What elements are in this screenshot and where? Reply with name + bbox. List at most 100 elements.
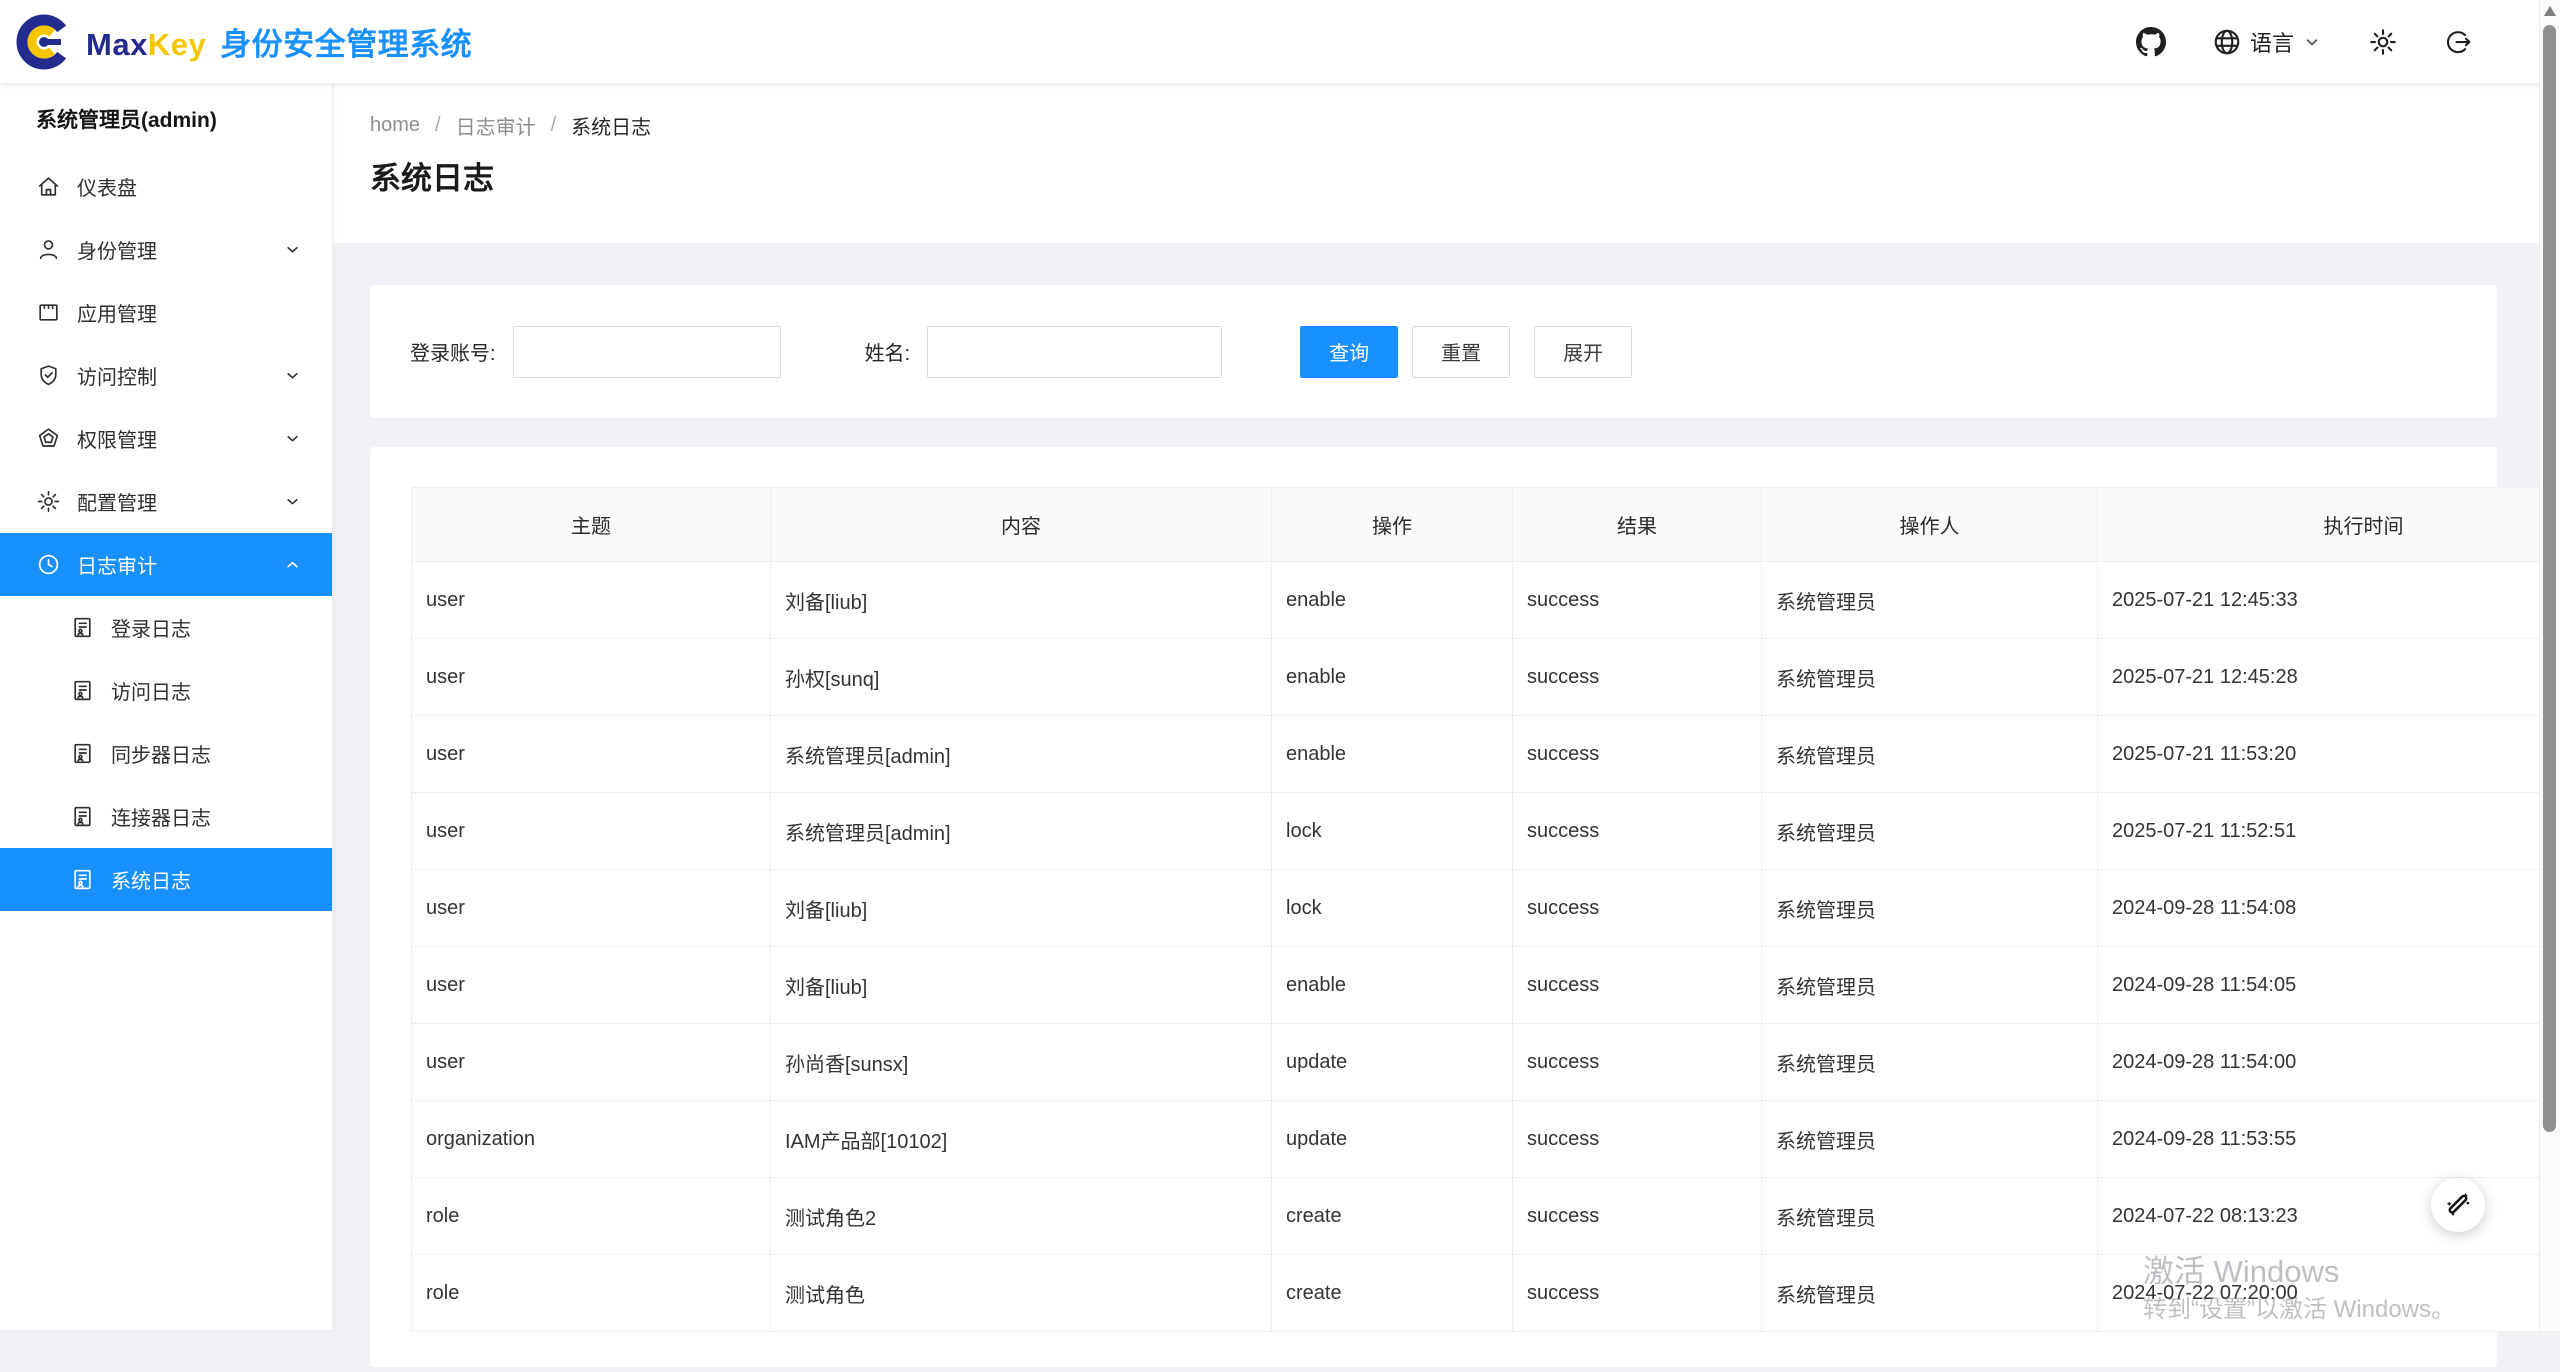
sidebar-item[interactable]: 权限管理 bbox=[0, 407, 332, 470]
table-cell: 测试角色 bbox=[771, 1255, 1272, 1332]
table-cell: 系统管理员[admin] bbox=[771, 716, 1272, 793]
table-cell: success bbox=[1513, 947, 1762, 1024]
name-field-group: 姓名: bbox=[865, 326, 1223, 378]
table-cell: role bbox=[412, 1255, 771, 1332]
language-label: 语言 bbox=[2250, 26, 2294, 58]
sidebar: 系统管理员(admin) 仪表盘 身份管理 应用管理 访问控制 权限管理 配置管… bbox=[0, 83, 333, 1330]
search-buttons: 查询 重置 展开 bbox=[1300, 326, 1632, 378]
language-menu[interactable]: 语言 bbox=[2212, 26, 2322, 58]
breadcrumb: home / 日志审计 / 系统日志 bbox=[370, 111, 651, 140]
table-cell: 系统管理员 bbox=[1762, 793, 2098, 870]
gear-icon bbox=[36, 489, 61, 514]
user-icon bbox=[36, 237, 61, 262]
table-row: user系统管理员[admin]enablesuccess系统管理员2025-0… bbox=[412, 716, 2560, 793]
brand[interactable]: MaxKey 身份安全管理系统 bbox=[0, 10, 472, 74]
sidebar-item[interactable]: 访问控制 bbox=[0, 344, 332, 407]
globe-icon bbox=[2212, 27, 2242, 57]
sidebar-item[interactable]: 仪表盘 bbox=[0, 155, 332, 218]
table-row: user孙尚香[sunsx]updatesuccess系统管理员2024-09-… bbox=[412, 1024, 2560, 1101]
table-cell: enable bbox=[1272, 562, 1513, 639]
chevron-down-icon bbox=[283, 240, 302, 259]
sidebar-item[interactable]: 身份管理 bbox=[0, 218, 332, 281]
log-icon bbox=[70, 615, 95, 640]
table-cell: user bbox=[412, 639, 771, 716]
breadcrumb-item: 系统日志 bbox=[571, 111, 651, 140]
query-button[interactable]: 查询 bbox=[1300, 326, 1398, 378]
table-cell: user bbox=[412, 1024, 771, 1101]
chevron-down-icon bbox=[283, 366, 302, 385]
sidebar-item[interactable]: 配置管理 bbox=[0, 470, 332, 533]
table-cell: 2025-07-21 11:52:51 bbox=[2098, 793, 2560, 870]
magic-wand-button[interactable] bbox=[2431, 1178, 2485, 1232]
table-cell: 2024-07-22 08:13:23 bbox=[2098, 1178, 2560, 1255]
brand-suffix: 身份安全管理系统 bbox=[220, 27, 472, 62]
sidebar-item[interactable]: 日志审计 bbox=[0, 533, 332, 596]
table-cell: 2025-07-21 12:45:28 bbox=[2098, 639, 2560, 716]
table-cell: success bbox=[1513, 639, 1762, 716]
app-title: MaxKey 身份安全管理系统 bbox=[86, 19, 472, 64]
breadcrumb-separator: / bbox=[435, 114, 441, 137]
brand-max: Max bbox=[86, 27, 148, 62]
app-header: MaxKey 身份安全管理系统 语言 bbox=[0, 0, 2560, 83]
name-input[interactable] bbox=[927, 326, 1222, 378]
table-cell: lock bbox=[1272, 870, 1513, 947]
page-header: home / 日志审计 / 系统日志 系统日志 bbox=[332, 83, 2541, 243]
vertical-scrollbar bbox=[2539, 0, 2560, 1330]
table-cell: role bbox=[412, 1178, 771, 1255]
log-icon bbox=[70, 804, 95, 829]
table-cell: success bbox=[1513, 793, 1762, 870]
table-cell: enable bbox=[1272, 716, 1513, 793]
sidebar-item[interactable]: 应用管理 bbox=[0, 281, 332, 344]
sidebar-subitem[interactable]: 系统日志 bbox=[0, 848, 332, 911]
table-cell: success bbox=[1513, 1024, 1762, 1101]
breadcrumb-separator: / bbox=[551, 114, 557, 137]
breadcrumb-item[interactable]: 日志审计 bbox=[456, 111, 536, 140]
table-row: user刘备[liub]locksuccess系统管理员2024-09-28 1… bbox=[412, 870, 2560, 947]
table-cell: update bbox=[1272, 1101, 1513, 1178]
breadcrumb-item[interactable]: home bbox=[370, 114, 420, 137]
column-header: 操作 bbox=[1272, 488, 1513, 562]
table-cell: 系统管理员 bbox=[1762, 639, 2098, 716]
log-icon bbox=[70, 867, 95, 892]
table-cell: success bbox=[1513, 1178, 1762, 1255]
table-cell: 系统管理员 bbox=[1762, 1024, 2098, 1101]
sidebar-subitem[interactable]: 登录日志 bbox=[0, 596, 332, 659]
chevron-up-icon bbox=[283, 555, 302, 574]
table-cell: 系统管理员 bbox=[1762, 716, 2098, 793]
table-cell: organization bbox=[412, 1101, 771, 1178]
login-account-label: 登录账号: bbox=[410, 337, 496, 366]
sidebar-subitem[interactable]: 同步器日志 bbox=[0, 722, 332, 785]
column-header: 执行时间 bbox=[2098, 488, 2560, 562]
table-cell: success bbox=[1513, 870, 1762, 947]
login-account-input[interactable] bbox=[513, 326, 781, 378]
table-cell: user bbox=[412, 716, 771, 793]
magic-wand-icon bbox=[2442, 1189, 2474, 1221]
table-row: user孙权[sunq]enablesuccess系统管理员2025-07-21… bbox=[412, 639, 2560, 716]
table-cell: user bbox=[412, 870, 771, 947]
table-cell: create bbox=[1272, 1255, 1513, 1332]
chevron-down-icon bbox=[283, 492, 302, 511]
log-icon bbox=[70, 678, 95, 703]
table-cell: 孙权[sunq] bbox=[771, 639, 1272, 716]
scroll-up-arrow-icon[interactable] bbox=[2544, 6, 2556, 16]
github-icon[interactable] bbox=[2136, 27, 2166, 57]
table-cell: 系统管理员 bbox=[1762, 1255, 2098, 1332]
reset-button[interactable]: 重置 bbox=[1412, 326, 1510, 378]
sidebar-subitem[interactable]: 连接器日志 bbox=[0, 785, 332, 848]
brand-key: Key bbox=[148, 27, 206, 62]
table-cell: enable bbox=[1272, 947, 1513, 1024]
table-cell: 2024-09-28 11:54:08 bbox=[2098, 870, 2560, 947]
table-cell: user bbox=[412, 562, 771, 639]
logout-icon[interactable] bbox=[2444, 27, 2474, 57]
table-cell: 系统管理员 bbox=[1762, 562, 2098, 639]
column-header: 结果 bbox=[1513, 488, 1762, 562]
table-cell: 2025-07-21 12:45:33 bbox=[2098, 562, 2560, 639]
settings-gear-icon[interactable] bbox=[2368, 27, 2398, 57]
page-title: 系统日志 bbox=[370, 153, 494, 198]
sidebar-subitem[interactable]: 访问日志 bbox=[0, 659, 332, 722]
expand-button[interactable]: 展开 bbox=[1534, 326, 1632, 378]
chevron-down-icon bbox=[2302, 32, 2322, 52]
scrollbar-thumb[interactable] bbox=[2543, 25, 2556, 1132]
sidebar-menu: 仪表盘 身份管理 应用管理 访问控制 权限管理 配置管理 日志审计 登录日志 访… bbox=[0, 155, 332, 911]
table-wrap: 主题内容操作结果操作人执行时间 user刘备[liub]enablesucces… bbox=[370, 447, 2497, 1372]
